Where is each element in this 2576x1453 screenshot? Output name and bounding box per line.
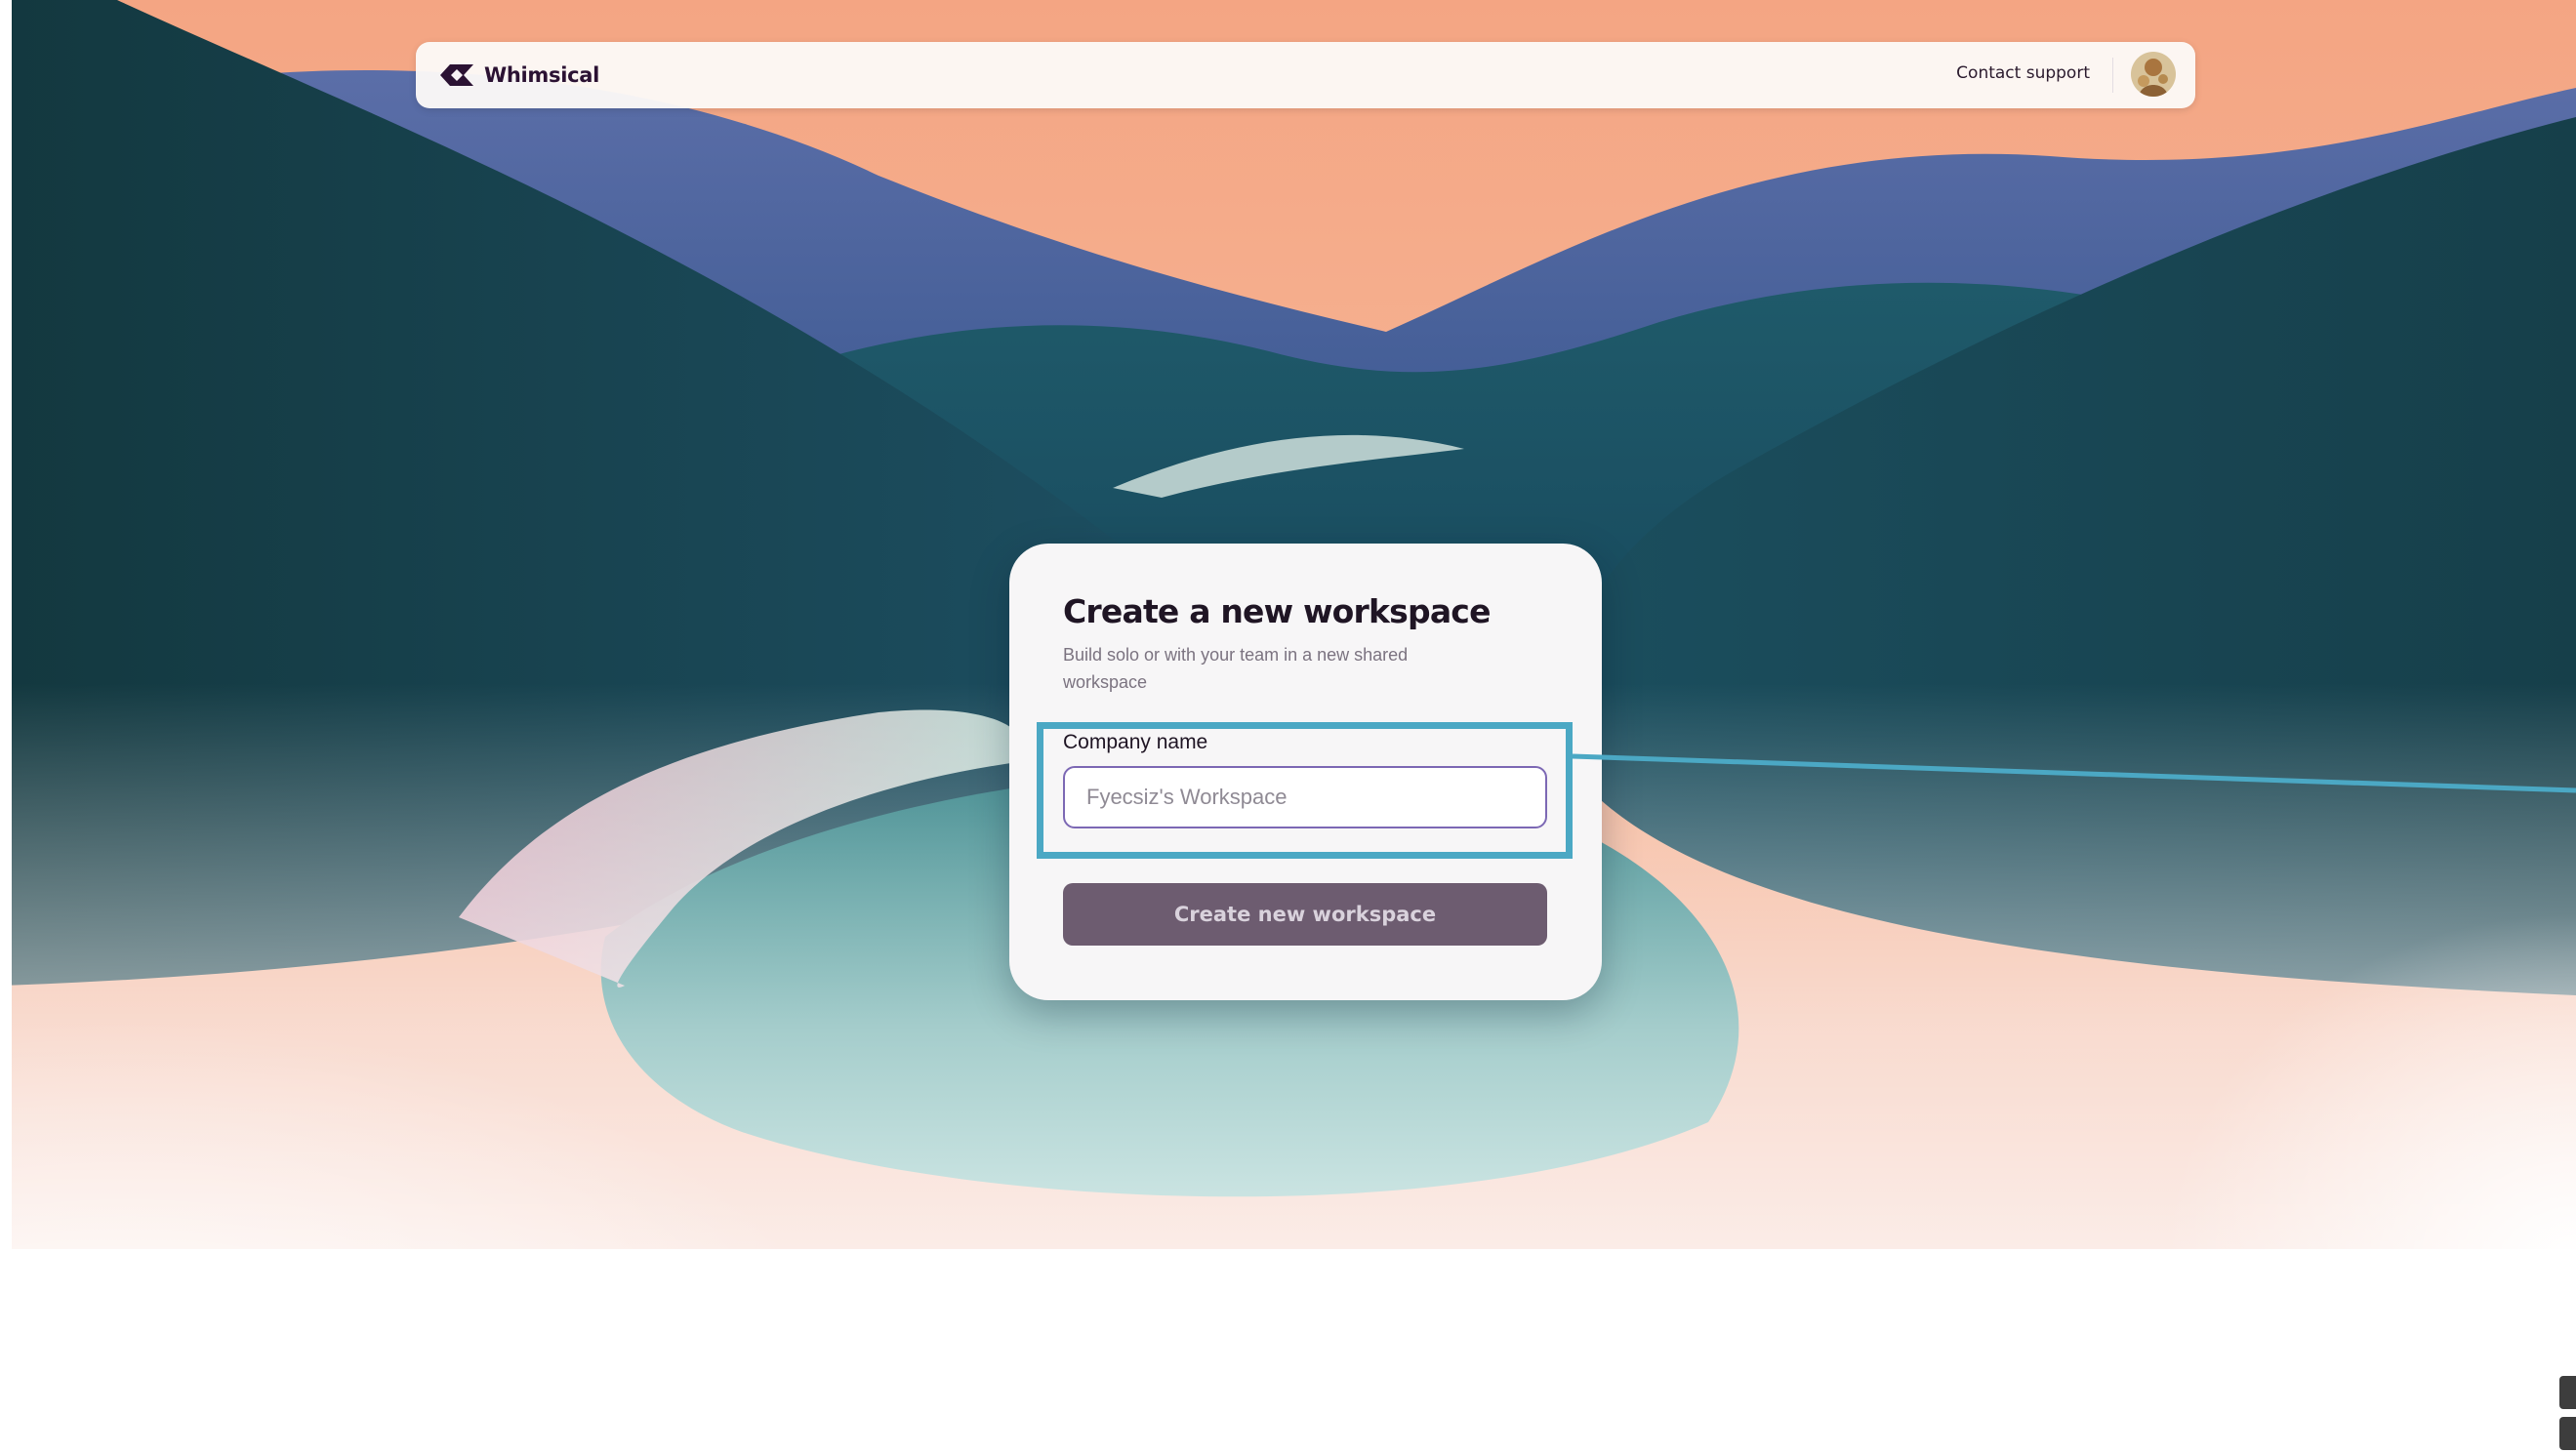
corner-button-bottom[interactable]: [2559, 1417, 2576, 1450]
create-workspace-button[interactable]: Create new workspace: [1063, 883, 1547, 946]
dialog-title: Create a new workspace: [1063, 592, 1491, 630]
company-name-label: Company name: [1063, 731, 1208, 753]
brand-name: Whimsical: [484, 63, 600, 87]
corner-button-top[interactable]: [2559, 1376, 2576, 1409]
user-avatar[interactable]: [2131, 52, 2176, 97]
top-navigation-bar: Whimsical Contact support: [416, 42, 2195, 108]
dialog-subtitle: Build solo or with your team in a new sh…: [1063, 645, 1409, 692]
window-edge: [0, 0, 12, 1453]
brand[interactable]: Whimsical: [437, 59, 599, 92]
company-name-input[interactable]: [1063, 766, 1547, 828]
whimsical-logo-icon: [437, 61, 476, 90]
contact-support-link[interactable]: Contact support: [1956, 63, 2090, 83]
page: Whimsical Contact support Create a new w…: [0, 0, 2576, 1453]
corner-widget: [2559, 1376, 2576, 1453]
nav-divider: [2112, 58, 2113, 93]
create-workspace-dialog: Create a new workspace Build solo or wit…: [1009, 544, 1602, 1000]
